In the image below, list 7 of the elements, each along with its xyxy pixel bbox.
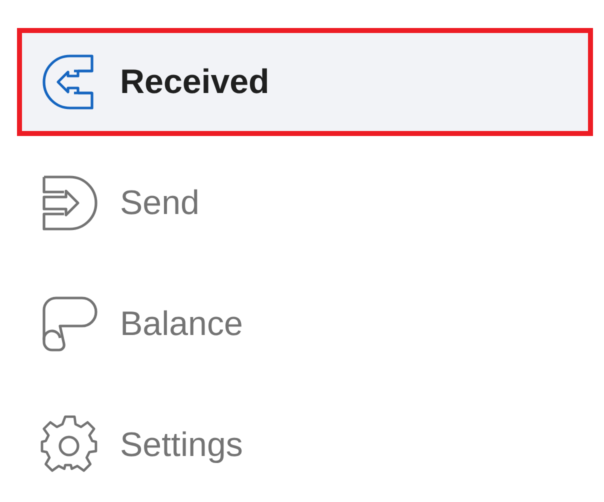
menu-item[interactable]: Send <box>17 149 593 257</box>
menu-item[interactable]: Settings <box>17 391 593 499</box>
menu-item[interactable]: Balance <box>17 270 593 378</box>
send-arrow-icon <box>40 173 100 233</box>
menu-item[interactable]: Received <box>17 28 593 136</box>
scroll-icon <box>40 294 100 354</box>
settings-icon <box>40 415 100 475</box>
